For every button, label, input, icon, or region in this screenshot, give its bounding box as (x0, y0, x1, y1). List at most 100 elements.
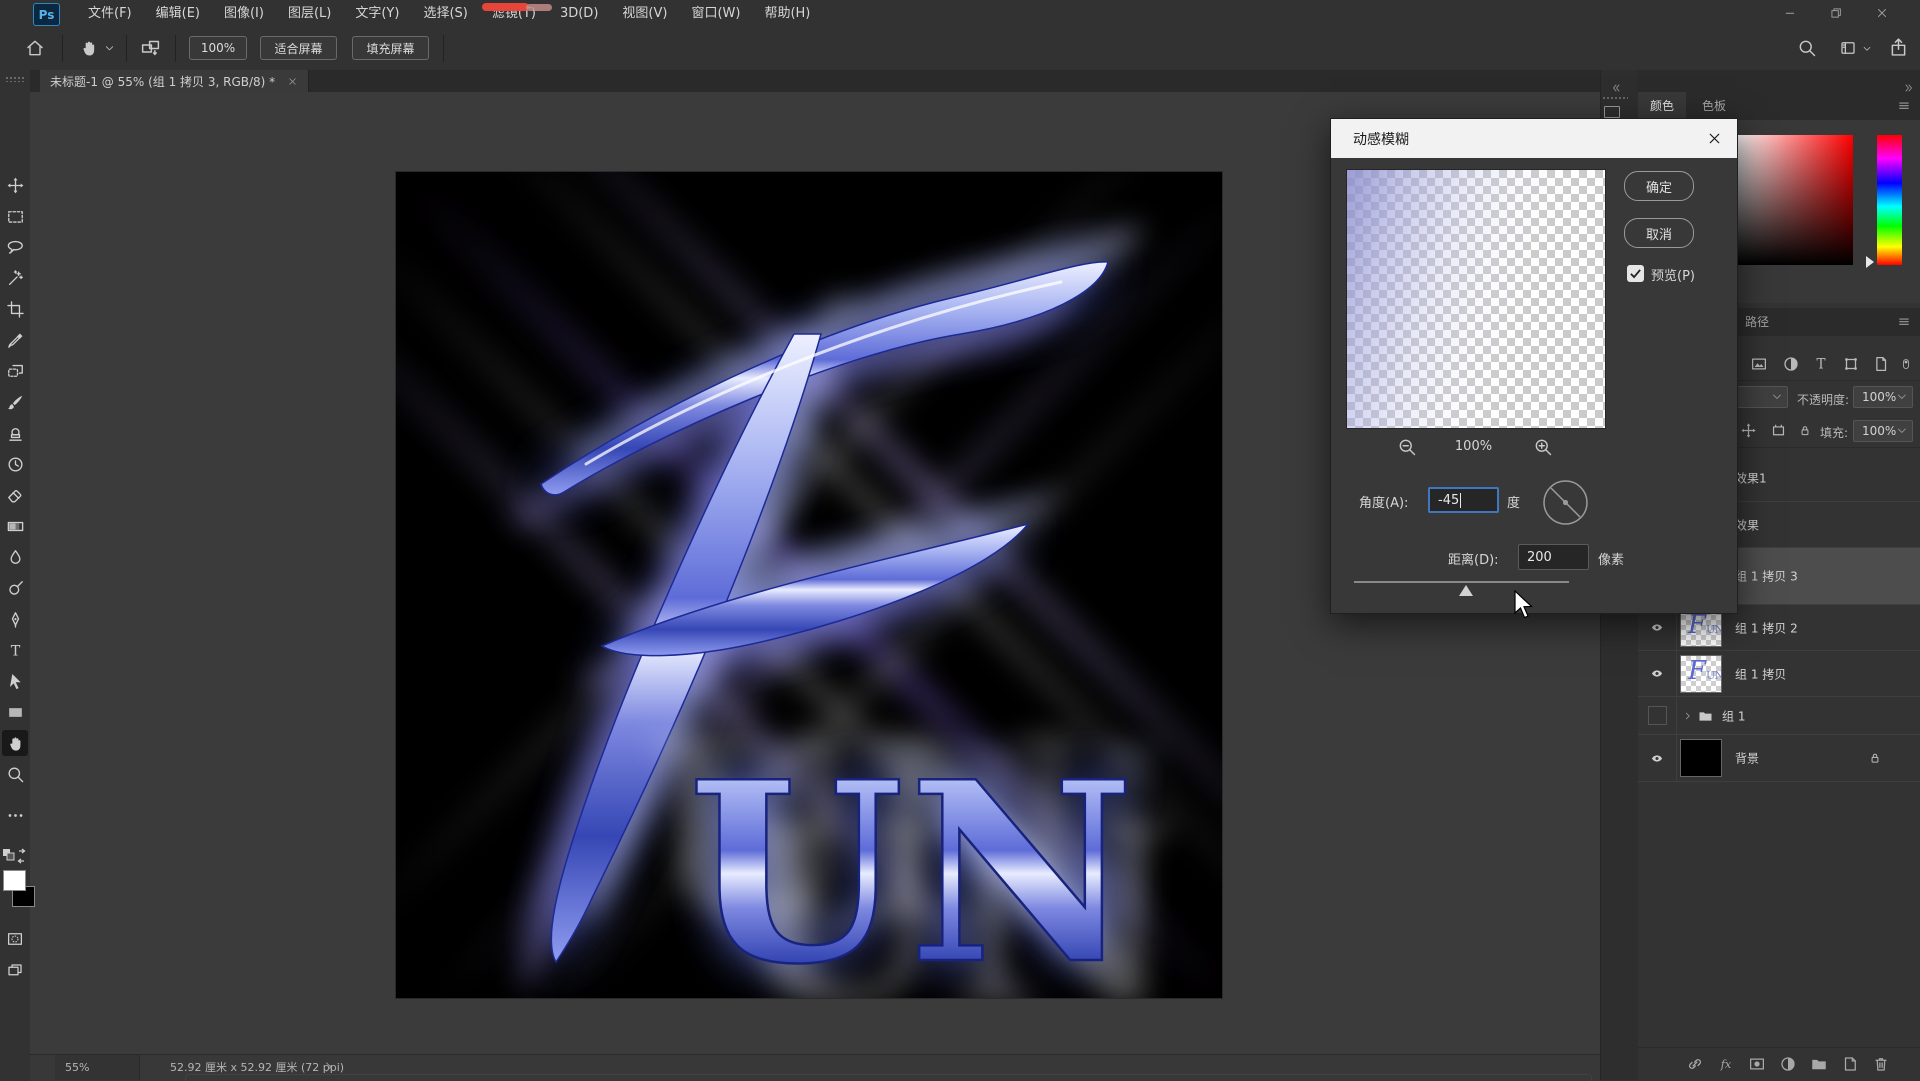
tab-close-icon[interactable] (287, 76, 298, 87)
layer-thumbnail[interactable] (1680, 739, 1722, 777)
add-mask-icon[interactable] (1748, 1055, 1766, 1073)
minimize-button[interactable] (1770, 2, 1810, 24)
screen-mode-button[interactable] (2, 958, 28, 984)
filter-type-layers-icon[interactable]: T (1812, 355, 1830, 373)
magic-wand-tool[interactable] (2, 265, 28, 291)
lock-artboard-icon[interactable] (1770, 422, 1787, 439)
clone-stamp-tool[interactable] (2, 420, 28, 446)
dock-grip[interactable] (1602, 96, 1628, 101)
menu-item[interactable]: 文件(F) (76, 0, 144, 27)
hand-tool-icon[interactable] (79, 38, 99, 58)
preview-checkbox-label[interactable]: 预览(P) (1651, 265, 1695, 284)
zoom-in-icon[interactable] (1533, 437, 1553, 457)
scroll-all-windows-icon[interactable] (140, 38, 161, 59)
preview-checkbox[interactable] (1627, 265, 1644, 282)
angle-dial[interactable] (1542, 479, 1589, 526)
layer-thumbnail[interactable]: FUN (1680, 655, 1722, 693)
more-tools[interactable] (2, 802, 28, 828)
visibility-toggle[interactable] (1638, 735, 1677, 781)
new-group-icon[interactable] (1810, 1055, 1828, 1073)
filter-smart-objects-icon[interactable] (1872, 355, 1890, 373)
menu-item[interactable]: 图像(I) (212, 0, 276, 27)
eraser-tool[interactable] (2, 482, 28, 508)
visibility-toggle[interactable] (1638, 697, 1677, 734)
lock-position-icon[interactable] (1740, 422, 1757, 439)
eyedropper-tool[interactable] (2, 327, 28, 353)
canvas-artboard[interactable]: UN (396, 172, 1222, 998)
menu-item[interactable]: 文字(Y) (343, 0, 411, 27)
restore-button[interactable] (1816, 2, 1856, 24)
menu-item[interactable]: 3D(D) (548, 0, 610, 27)
toolbar-grip[interactable] (5, 76, 25, 82)
menu-item[interactable]: 视图(V) (610, 0, 679, 27)
new-layer-icon[interactable] (1841, 1055, 1859, 1073)
menu-item[interactable]: 图层(L) (276, 0, 343, 27)
chevron-down-icon[interactable] (104, 43, 115, 54)
panel-menu-icon[interactable] (1896, 99, 1912, 113)
opacity-select[interactable]: 100% (1853, 386, 1913, 408)
search-icon[interactable] (1797, 38, 1817, 58)
tab-color[interactable]: 颜色 (1638, 92, 1686, 120)
dodge-tool[interactable] (2, 575, 28, 601)
history-brush-tool[interactable] (2, 451, 28, 477)
menu-item[interactable]: 编辑(E) (144, 0, 212, 27)
layer-name[interactable]: 组 1 拷贝 2 (1735, 619, 1798, 636)
layer-name[interactable]: 组 1 (1722, 707, 1745, 724)
dialog-title[interactable]: 动感模糊 (1331, 119, 1737, 158)
link-layers-icon[interactable] (1686, 1055, 1704, 1073)
brush-tool[interactable] (2, 389, 28, 415)
crop-tool[interactable] (2, 296, 28, 322)
layer-name[interactable]: 组 1 拷贝 3 (1735, 568, 1798, 585)
move-tool[interactable] (2, 172, 28, 198)
fill-screen-button[interactable]: 填充屏幕 (352, 36, 429, 60)
status-zoom-level[interactable]: 55% (55, 1055, 140, 1080)
angle-input[interactable]: -45 (1428, 487, 1499, 513)
filter-shape-layers-icon[interactable] (1842, 355, 1860, 373)
filter-pixel-layers-icon[interactable] (1750, 355, 1768, 373)
fill-select[interactable]: 100% (1853, 420, 1913, 442)
visibility-toggle[interactable] (1638, 651, 1677, 696)
layer-styles-icon[interactable]: fx (1717, 1055, 1735, 1073)
layer-name[interactable]: 背景 (1735, 750, 1759, 767)
pen-tool[interactable] (2, 606, 28, 632)
dialog-close-icon[interactable] (1706, 130, 1723, 147)
layer-row[interactable]: 背景 (1638, 735, 1920, 782)
collapse-panels-icon[interactable] (1609, 82, 1623, 94)
layer-row[interactable]: 组 1 (1638, 697, 1920, 735)
layer-row[interactable]: FUN 组 1 拷贝 (1638, 651, 1920, 697)
hand-tool[interactable] (2, 730, 28, 756)
filter-toggle-icon[interactable] (1900, 355, 1912, 373)
hue-strip[interactable] (1877, 135, 1902, 265)
quick-mask-button[interactable] (2, 926, 28, 952)
cancel-button[interactable]: 取消 (1624, 218, 1694, 248)
default-swap-colors[interactable] (2, 848, 28, 864)
shape-tool[interactable] (2, 699, 28, 725)
delete-layer-icon[interactable] (1872, 1055, 1890, 1073)
distance-input[interactable]: 200 (1518, 544, 1589, 570)
collapsed-panel-icon[interactable] (1604, 106, 1620, 118)
path-select-tool[interactable] (2, 668, 28, 694)
menu-item[interactable]: 帮助(H) (752, 0, 822, 27)
zoom-tool[interactable] (2, 761, 28, 787)
share-icon[interactable] (1888, 37, 1909, 58)
gradient-tool[interactable] (2, 513, 28, 539)
status-chevron-icon[interactable] (322, 1060, 336, 1074)
adjustment-layer-icon[interactable] (1779, 1055, 1797, 1073)
fit-screen-button[interactable]: 适合屏幕 (260, 36, 337, 60)
home-icon[interactable] (25, 38, 45, 58)
lock-all-icon[interactable] (1798, 422, 1812, 439)
document-tab[interactable]: 未标题-1 @ 55% (组 1 拷贝 3, RGB/8) * (40, 70, 309, 92)
close-button[interactable] (1862, 2, 1902, 24)
type-tool[interactable]: T (2, 637, 28, 663)
ok-button[interactable]: 确定 (1624, 171, 1694, 201)
zoom-out-icon[interactable] (1397, 437, 1417, 457)
hue-slider-pointer[interactable] (1866, 256, 1874, 268)
tab-swatches[interactable]: 色板 (1690, 92, 1738, 120)
zoom-100-button[interactable]: 100% (189, 36, 247, 60)
workspace-switcher-icon[interactable] (1838, 39, 1858, 57)
panel-menu-icon[interactable] (1896, 315, 1912, 329)
lasso-tool[interactable] (2, 234, 28, 260)
layer-name[interactable]: 组 1 拷贝 (1735, 665, 1786, 682)
filter-adjustment-layers-icon[interactable] (1782, 355, 1800, 373)
distance-slider-thumb[interactable] (1459, 585, 1473, 596)
